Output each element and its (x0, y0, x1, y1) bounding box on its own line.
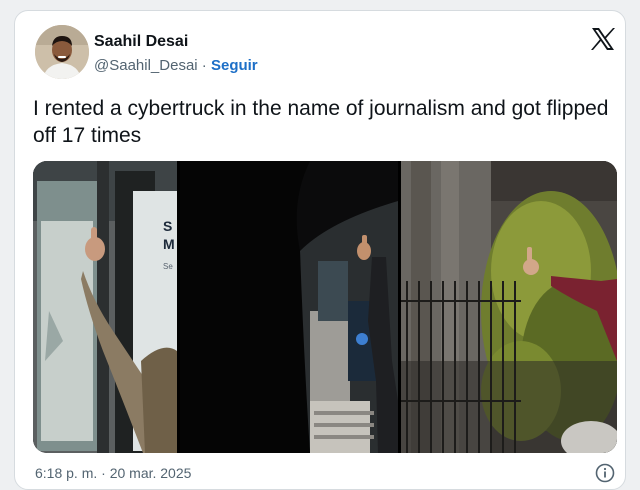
photo-2[interactable] (180, 161, 398, 453)
svg-text:S: S (163, 218, 172, 234)
follow-button[interactable]: Seguir (211, 57, 258, 74)
author-name[interactable]: Saahil Desai (94, 33, 188, 51)
svg-text:M: M (163, 236, 175, 252)
photo-3[interactable] (401, 161, 617, 453)
handle-separator: · (201, 57, 207, 74)
tweet-card: Saahil Desai @Saahil_Desai · Seguir I re… (14, 10, 626, 490)
tweet-timestamp[interactable]: 6:18 p. m. · 20 mar. 2025 (35, 465, 191, 481)
author-handle-row: @Saahil_Desai · Seguir (94, 57, 258, 74)
info-icon[interactable] (595, 463, 615, 483)
media-grid: S M Se (33, 161, 617, 453)
tweet-text: I rented a cybertruck in the name of jou… (33, 97, 609, 147)
avatar[interactable] (35, 25, 89, 79)
photo-1[interactable]: S M Se (33, 161, 177, 453)
svg-text:Se: Se (163, 262, 173, 271)
x-logo-icon[interactable] (589, 25, 617, 53)
author-handle[interactable]: @Saahil_Desai (94, 57, 198, 74)
